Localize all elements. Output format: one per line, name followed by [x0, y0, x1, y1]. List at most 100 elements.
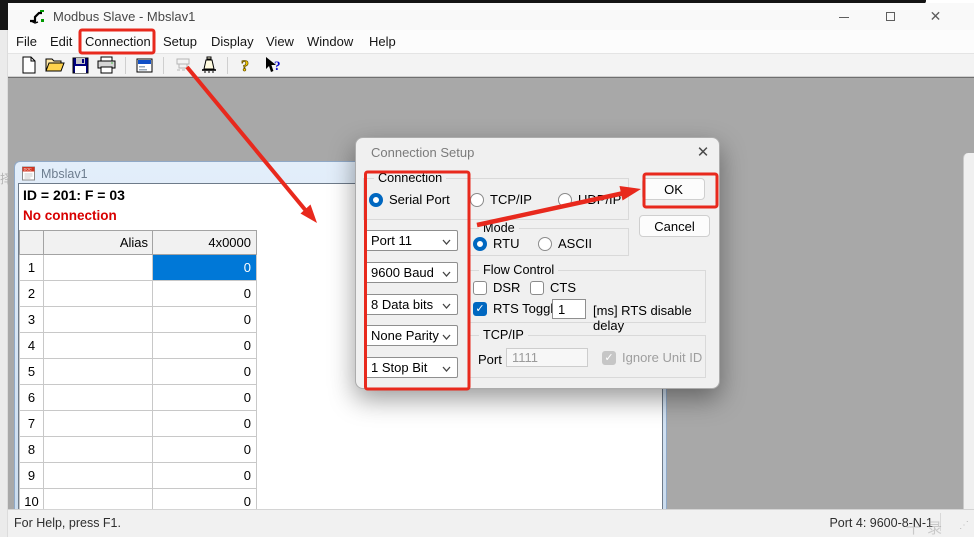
menu-file[interactable]: File [16, 30, 37, 53]
radio-serial-port[interactable]: Serial Port [369, 192, 450, 207]
checkbox-rts-toggle[interactable]: ✓ RTS Toggle [473, 301, 560, 316]
connection-device-icon[interactable] [197, 55, 220, 76]
menu-help[interactable]: Help [369, 30, 396, 53]
alias-cell[interactable] [44, 333, 153, 359]
row-number-cell[interactable]: 2 [20, 281, 44, 307]
menu-edit[interactable]: Edit [50, 30, 72, 53]
background-window-left-edge [0, 4, 8, 537]
cancel-button[interactable]: Cancel [639, 215, 710, 237]
document-icon: DOC [21, 166, 36, 181]
row-number-cell[interactable]: 3 [20, 307, 44, 333]
value-cell[interactable]: 0 [153, 437, 257, 463]
row-number-cell[interactable]: 7 [20, 411, 44, 437]
background-window-corner [0, 0, 8, 30]
app-icon [29, 8, 46, 25]
alias-cell[interactable] [44, 385, 153, 411]
minimize-icon [839, 17, 849, 18]
stop-bits-combo[interactable]: 1 Stop Bit [364, 357, 458, 378]
minimize-button[interactable] [821, 3, 866, 30]
combo-value: None Parity [371, 328, 439, 343]
radio-icon [558, 193, 572, 207]
row-number-cell[interactable]: 9 [20, 463, 44, 489]
row-number-cell[interactable]: 6 [20, 385, 44, 411]
print-icon[interactable] [95, 55, 118, 76]
toolbar: ? ? [8, 53, 974, 77]
alias-cell[interactable] [44, 255, 153, 281]
menu-setup[interactable]: Setup [163, 30, 197, 53]
mode-group-label: Mode [479, 221, 519, 235]
rts-delay-label: [ms] RTS disable delay [593, 303, 719, 333]
value-cell[interactable]: 0 [153, 385, 257, 411]
header-4x0000: 4x0000 [153, 231, 257, 255]
combo-value: 9600 Baud [371, 265, 434, 280]
chevron-down-icon [442, 271, 451, 277]
row-number-cell[interactable]: 8 [20, 437, 44, 463]
tcpip-port-label: Port [478, 352, 502, 367]
combo-value: 1 Stop Bit [371, 360, 427, 375]
table-row: 10 [20, 255, 257, 281]
ok-button[interactable]: OK [642, 178, 705, 200]
maximize-button[interactable] [868, 3, 913, 30]
help-icon[interactable]: ? [235, 55, 258, 76]
alias-cell[interactable] [44, 463, 153, 489]
chevron-down-icon [442, 303, 451, 309]
header-row-number [20, 231, 44, 255]
toolbar-separator [227, 57, 228, 74]
value-cell[interactable]: 0 [153, 307, 257, 333]
alias-cell[interactable] [44, 437, 153, 463]
combo-value: Port 11 [371, 233, 412, 248]
checkbox-icon [530, 281, 544, 295]
table-row: 40 [20, 333, 257, 359]
menu-view[interactable]: View [266, 30, 294, 53]
value-cell[interactable]: 0 [153, 411, 257, 437]
toolbar-separator [163, 57, 164, 74]
checkbox-icon: ✓ [602, 351, 616, 365]
menu-window[interactable]: Window [307, 30, 353, 53]
baud-rate-combo[interactable]: 9600 Baud [364, 262, 458, 283]
open-file-icon[interactable] [43, 55, 66, 76]
table-row: 50 [20, 359, 257, 385]
alias-cell[interactable] [44, 281, 153, 307]
svg-text:?: ? [241, 58, 249, 74]
context-help-icon[interactable]: ? [261, 55, 284, 76]
radio-icon [470, 193, 484, 207]
rts-delay-input[interactable] [552, 299, 586, 319]
menu-connection[interactable]: Connection [85, 30, 151, 53]
new-file-icon[interactable] [17, 55, 40, 76]
tcpip-port-input [506, 348, 588, 367]
alias-cell[interactable] [44, 411, 153, 437]
table-row: 90 [20, 463, 257, 489]
alias-cell[interactable] [44, 307, 153, 333]
value-cell[interactable]: 0 [153, 463, 257, 489]
menu-display[interactable]: Display [211, 30, 254, 53]
row-number-cell[interactable]: 4 [20, 333, 44, 359]
connection-status-line: No connection [23, 208, 117, 223]
row-number-cell[interactable]: 1 [20, 255, 44, 281]
value-cell-selected[interactable]: 0 [153, 255, 257, 281]
data-bits-combo[interactable]: 8 Data bits [364, 294, 458, 315]
serial-port-combo[interactable]: Port 11 [364, 230, 458, 251]
value-cell[interactable]: 0 [153, 359, 257, 385]
slave-id-line: ID = 201: F = 03 [23, 187, 125, 203]
checkbox-cts[interactable]: CTS [530, 280, 576, 295]
alias-cell[interactable] [44, 359, 153, 385]
value-cell[interactable]: 0 [153, 333, 257, 359]
radio-tcp-ip[interactable]: TCP/IP [470, 192, 532, 207]
parity-combo[interactable]: None Parity [364, 325, 458, 346]
dialog-close-button[interactable]: ✕ [692, 143, 714, 163]
checkbox-dsr[interactable]: DSR [473, 280, 520, 295]
row-number-cell[interactable]: 5 [20, 359, 44, 385]
window-title: Modbus Slave - Mbslav1 [53, 3, 195, 30]
toolbar-separator [125, 57, 126, 74]
display-setup-icon[interactable] [133, 55, 156, 76]
radio-rtu[interactable]: RTU [473, 236, 519, 251]
value-cell[interactable]: 0 [153, 281, 257, 307]
radio-udp-ip[interactable]: UDP/IP [558, 192, 621, 207]
register-table: Alias 4x0000 102030405060708090100111213 [19, 230, 257, 537]
radio-icon [473, 237, 487, 251]
header-alias: Alias [44, 231, 153, 255]
close-button[interactable]: ✕ [913, 3, 958, 30]
save-icon[interactable] [69, 55, 92, 76]
chevron-down-icon [442, 366, 451, 372]
radio-ascii[interactable]: ASCII [538, 236, 592, 251]
